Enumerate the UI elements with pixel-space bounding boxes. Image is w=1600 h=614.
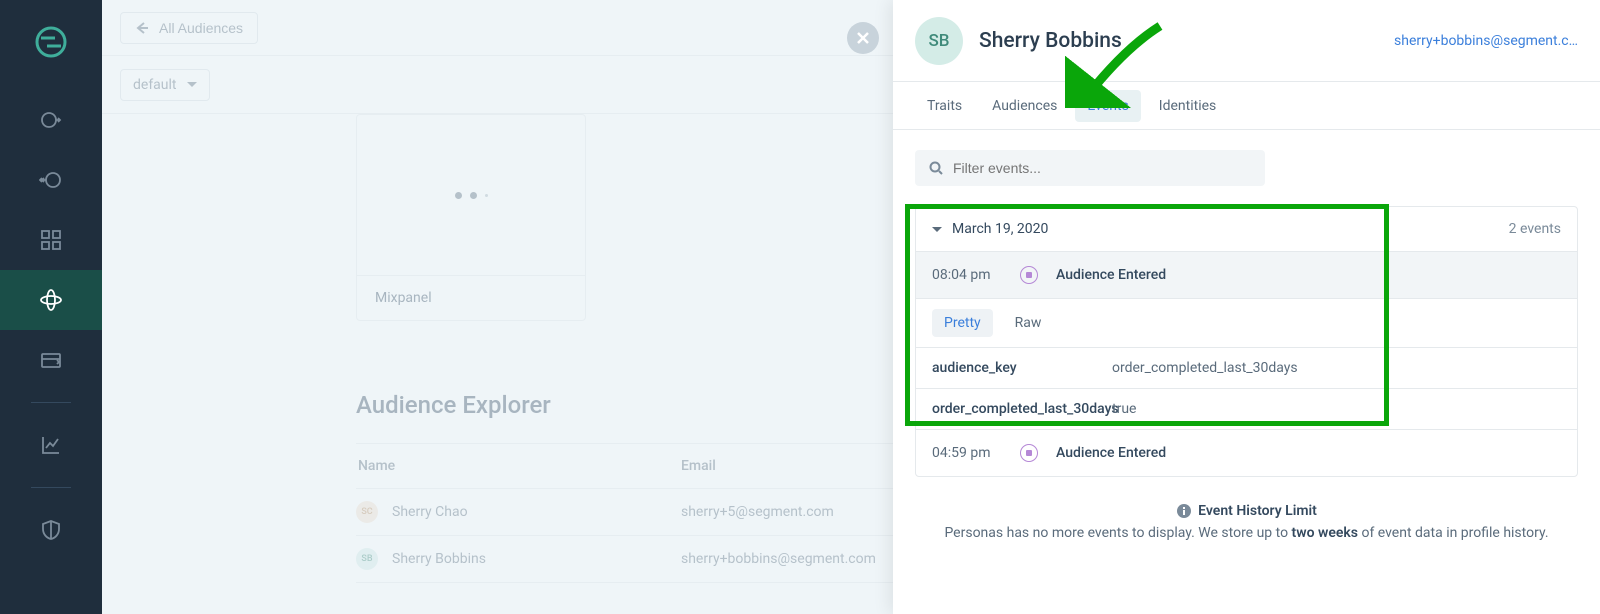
profile-email-link[interactable]: sherry+bobbins@segment.c…: [1394, 33, 1578, 49]
kv-val: true: [1112, 401, 1136, 417]
profile-avatar: SB: [915, 17, 963, 65]
close-icon: [856, 31, 870, 45]
event-group: March 19, 2020 2 events 08:04 pm Audienc…: [915, 206, 1578, 477]
limit-title: Event History Limit: [1198, 503, 1317, 519]
nav-shield-icon[interactable]: [0, 500, 102, 560]
limit-message: Event History Limit Personas has no more…: [915, 503, 1578, 541]
event-row[interactable]: 04:59 pm Audience Entered: [916, 429, 1577, 476]
profile-panel: SB Sherry Bobbins sherry+bobbins@segment…: [893, 0, 1600, 614]
event-type-icon: [1020, 266, 1038, 284]
nav-personas-icon[interactable]: [0, 270, 102, 330]
event-detail: Pretty Raw audience_key order_completed_…: [916, 298, 1577, 429]
profile-name: Sherry Bobbins: [979, 29, 1122, 53]
group-date: March 19, 2020: [952, 221, 1048, 237]
kv-key: order_completed_last_30days: [932, 401, 1112, 417]
detail-tab-pretty[interactable]: Pretty: [932, 309, 993, 337]
detail-tab-raw[interactable]: Raw: [1003, 309, 1054, 337]
nav-card-icon[interactable]: [0, 330, 102, 390]
event-time: 04:59 pm: [932, 445, 1002, 461]
caret-down-icon: [932, 227, 942, 232]
sidebar-divider-2: [31, 487, 71, 488]
nav-dest-icon[interactable]: [0, 150, 102, 210]
nav-chart-icon[interactable]: [0, 415, 102, 475]
group-count: 2 events: [1509, 221, 1561, 237]
panel-body: March 19, 2020 2 events 08:04 pm Audienc…: [893, 130, 1600, 614]
event-search[interactable]: [915, 150, 1265, 186]
search-input[interactable]: [953, 160, 1251, 176]
event-row[interactable]: 08:04 pm Audience Entered: [916, 252, 1577, 298]
kv-key: audience_key: [932, 360, 1112, 376]
kv-val: order_completed_last_30days: [1112, 360, 1298, 376]
event-name: Audience Entered: [1056, 445, 1166, 461]
info-icon: [1176, 503, 1192, 519]
search-icon: [929, 161, 943, 175]
modal-overlay[interactable]: [102, 0, 893, 614]
event-type-icon: [1020, 444, 1038, 462]
logo-icon: [31, 22, 71, 62]
event-name: Audience Entered: [1056, 267, 1166, 283]
nav-grid-icon[interactable]: [0, 210, 102, 270]
tab-identities[interactable]: Identities: [1147, 90, 1228, 122]
panel-header: SB Sherry Bobbins sherry+bobbins@segment…: [893, 0, 1600, 82]
kv-row: audience_key order_completed_last_30days: [916, 347, 1577, 388]
tab-traits[interactable]: Traits: [915, 90, 974, 122]
tab-audiences[interactable]: Audiences: [980, 90, 1069, 122]
group-header[interactable]: March 19, 2020 2 events: [916, 207, 1577, 252]
sidebar-divider: [31, 402, 71, 403]
kv-row: order_completed_last_30days true: [916, 388, 1577, 429]
tab-events[interactable]: Events: [1075, 90, 1140, 122]
event-time: 08:04 pm: [932, 267, 1002, 283]
close-panel-button[interactable]: [847, 22, 879, 54]
left-sidebar: [0, 0, 102, 614]
nav-source-icon[interactable]: [0, 90, 102, 150]
panel-tabs: Traits Audiences Events Identities: [893, 82, 1600, 130]
